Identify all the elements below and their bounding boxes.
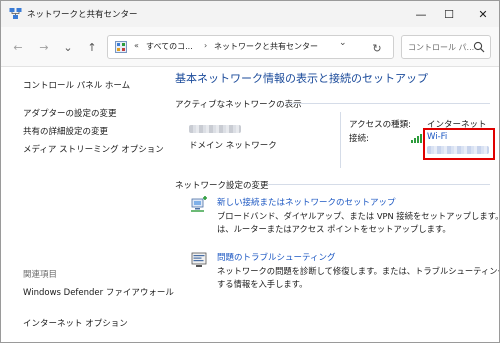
search-icon[interactable] — [473, 41, 485, 53]
back-button[interactable]: ← — [9, 38, 27, 56]
window: ネットワークと共有センター — ☐ ✕ ← → ⌄ ↑ « すべてのコ... ›… — [0, 0, 500, 343]
section-divider — [285, 103, 490, 104]
troubleshoot-link[interactable]: 問題のトラブルシューティング — [217, 251, 336, 263]
page-title: 基本ネットワーク情報の表示と接続のセットアップ — [175, 72, 428, 85]
active-networks-heading: アクティブなネットワークの表示 — [175, 100, 302, 110]
address-separator[interactable]: › — [204, 41, 207, 50]
search-placeholder: コントロール パ... — [408, 43, 475, 52]
related-heading: 関連項目 — [23, 270, 58, 280]
troubleshoot-description-line1: ネットワークの問題を診断して修復します。または、トラブルシューティングに関 — [217, 266, 500, 276]
troubleshoot-description-line2: する情報を入手します。 — [217, 279, 308, 289]
main-content: 基本ネットワーク情報の表示と接続のセットアップ アクティブなネットワークの表示 … — [161, 68, 500, 342]
sidebar-item-advanced-sharing[interactable]: 共有の詳細設定の変更 — [23, 125, 108, 137]
address-bar[interactable]: « すべてのコ... › ネットワークと共有センター — [107, 35, 394, 59]
new-connection-link[interactable]: 新しい接続またはネットワークのセットアップ — [217, 196, 396, 208]
troubleshoot-icon — [191, 252, 207, 267]
access-type-label: アクセスの種類: — [349, 120, 411, 130]
recent-locations-button[interactable]: ⌄ — [59, 38, 77, 56]
sidebar-related-firewall[interactable]: Windows Defender ファイアウォール — [23, 286, 174, 298]
new-connection-description-line1: ブロードバンド、ダイヤルアップ、または VPN 接続をセットアップします。あるい — [217, 211, 500, 221]
connections-label: 接続: — [349, 134, 369, 144]
close-button[interactable]: ✕ — [463, 1, 499, 27]
address-segment-all-items[interactable]: すべてのコ... — [146, 41, 193, 52]
section-divider — [267, 184, 490, 185]
search-input[interactable]: コントロール パ... — [401, 35, 491, 59]
network-name-redacted — [189, 125, 241, 133]
forward-button[interactable]: → — [35, 38, 53, 56]
highlight-box — [423, 128, 495, 160]
title-bar: ネットワークと共有センター — ☐ ✕ — [1, 1, 499, 27]
address-overflow[interactable]: « — [134, 41, 139, 50]
sidebar-home-link[interactable]: コントロール パネル ホーム — [23, 79, 130, 91]
new-connection-description-line2: は、ルーターまたはアクセス ポイントをセットアップします。 — [217, 224, 451, 234]
address-segment-network-center[interactable]: ネットワークと共有センター — [214, 41, 318, 52]
window-title: ネットワークと共有センター — [27, 10, 138, 20]
address-dropdown-button[interactable]: ⌄ — [339, 38, 347, 48]
sidebar-item-adapter-settings[interactable]: アダプターの設定の変更 — [23, 107, 117, 119]
network-center-icon — [9, 8, 22, 19]
new-connection-icon — [191, 196, 207, 212]
sidebar: コントロール パネル ホーム アダプターの設定の変更 共有の詳細設定の変更 メデ… — [1, 68, 174, 342]
change-settings-heading: ネットワーク設定の変更 — [175, 181, 269, 191]
control-panel-icon — [115, 41, 127, 53]
sidebar-item-media-streaming[interactable]: メディア ストリーミング オプション — [23, 143, 164, 155]
network-type: ドメイン ネットワーク — [189, 141, 277, 151]
refresh-button[interactable]: ↻ — [368, 39, 386, 57]
vertical-divider — [340, 112, 341, 168]
sidebar-related-internet-options[interactable]: インターネット オプション — [23, 317, 128, 329]
up-button[interactable]: ↑ — [83, 38, 101, 56]
